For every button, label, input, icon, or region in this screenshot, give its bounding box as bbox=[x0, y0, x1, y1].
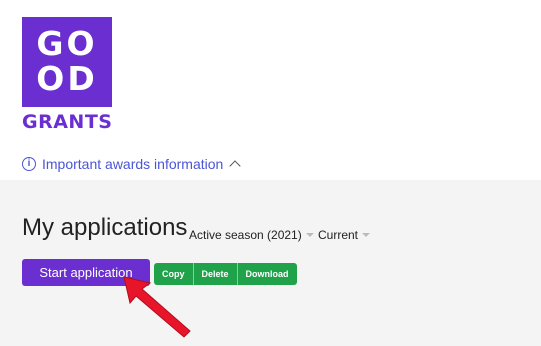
download-button[interactable]: Download bbox=[238, 263, 297, 285]
status-filter-dropdown[interactable]: Current bbox=[318, 228, 371, 242]
caret-down-icon bbox=[305, 233, 314, 237]
chevron-up-icon bbox=[229, 160, 241, 172]
logo-text-line2: OD bbox=[36, 59, 98, 98]
delete-button[interactable]: Delete bbox=[194, 263, 238, 285]
logo-text-line1: GO bbox=[36, 24, 98, 63]
page-title: My applications bbox=[22, 214, 188, 241]
brand-wordmark: GRANTS bbox=[22, 111, 113, 133]
season-filter-label: Active season (2021) bbox=[189, 228, 302, 242]
awards-info-label: Important awards information bbox=[42, 156, 224, 172]
status-filter-label: Current bbox=[318, 228, 359, 242]
info-icon: i bbox=[22, 157, 36, 171]
logo[interactable]: GO OD bbox=[22, 17, 112, 107]
main-section: My applications Active season (2021) Cur… bbox=[0, 180, 541, 346]
season-filter-dropdown[interactable]: Active season (2021) bbox=[189, 228, 314, 242]
red-arrow-icon bbox=[123, 276, 191, 338]
awards-info-toggle[interactable]: i Important awards information bbox=[22, 156, 241, 172]
caret-down-icon bbox=[362, 233, 371, 237]
